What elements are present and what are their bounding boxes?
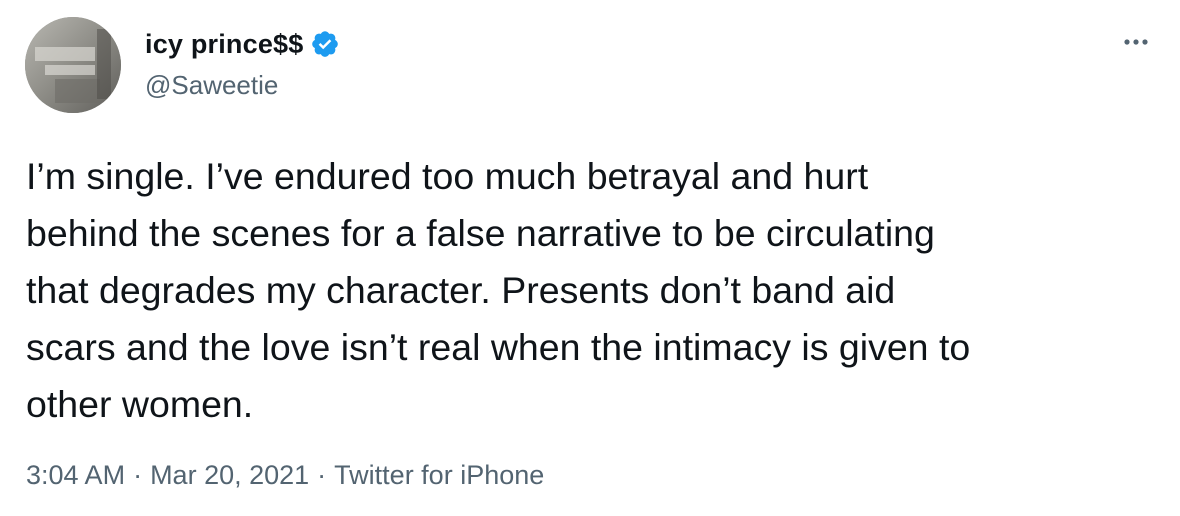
- tweet-text: I’m single. I’ve endured too much betray…: [26, 148, 1156, 433]
- tweet-time[interactable]: 3:04 AM: [26, 460, 125, 490]
- avatar[interactable]: [25, 17, 121, 113]
- avatar-image: [25, 17, 121, 113]
- more-options-icon[interactable]: [1118, 30, 1154, 54]
- author-display-name[interactable]: icy prince$$: [145, 29, 304, 60]
- tweet-date[interactable]: Mar 20, 2021: [150, 460, 309, 490]
- tweet-text-line: scars and the love isn’t real when the i…: [26, 326, 971, 368]
- tweet-metadata: 3:04 AM · Mar 20, 2021 · Twitter for iPhone: [26, 460, 544, 491]
- tweet-card: icy prince$$ @Saweetie I’m single. I’ve …: [0, 0, 1180, 516]
- author-handle[interactable]: @Saweetie: [145, 70, 278, 101]
- tweet-text-line: other women.: [26, 383, 254, 425]
- meta-separator: ·: [133, 460, 143, 490]
- tweet-source-link[interactable]: Twitter for iPhone: [334, 460, 544, 490]
- tweet-text-line: that degrades my character. Presents don…: [26, 269, 896, 311]
- verified-badge-icon: [310, 29, 340, 59]
- tweet-text-line: I’m single. I’ve endured too much betray…: [26, 155, 869, 197]
- tweet-text-line: behind the scenes for a false narrative …: [26, 212, 935, 254]
- author-name-row[interactable]: icy prince$$: [145, 26, 340, 62]
- meta-separator: ·: [317, 460, 327, 490]
